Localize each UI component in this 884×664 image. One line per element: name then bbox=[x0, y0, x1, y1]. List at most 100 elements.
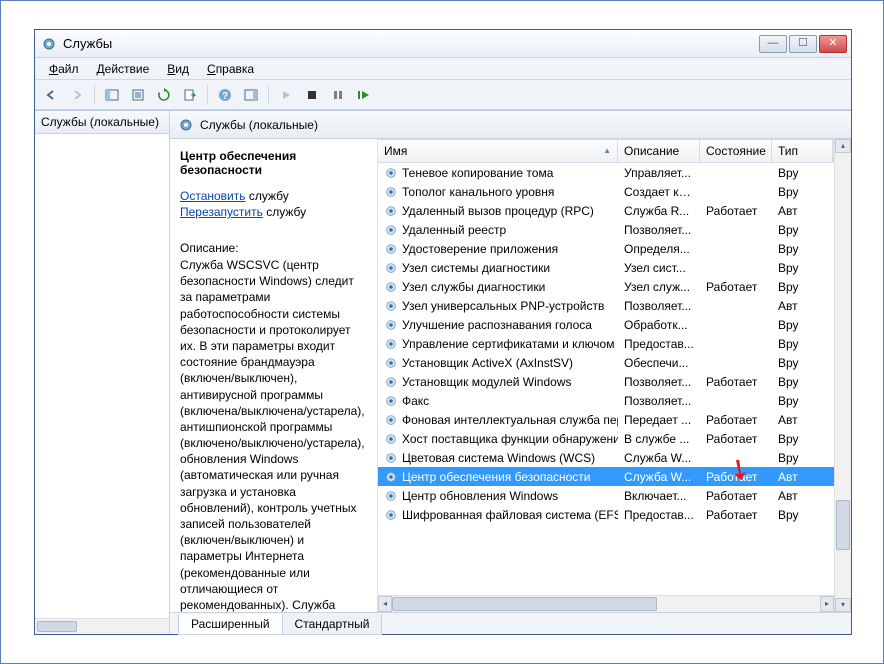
service-name-cell: Цветовая система Windows (WCS) bbox=[378, 451, 618, 465]
column-type[interactable]: Тип bbox=[772, 140, 833, 162]
show-hide-action-pane-button[interactable] bbox=[239, 83, 263, 107]
service-type-cell: Вру bbox=[772, 280, 834, 294]
menubar: Файл Действие Вид Справка bbox=[35, 58, 851, 80]
service-desc-cell: Узел сист... bbox=[618, 261, 700, 275]
service-type-cell: Вру bbox=[772, 318, 834, 332]
service-status-cell: Работает bbox=[700, 375, 772, 389]
service-type-cell: Авт bbox=[772, 489, 834, 503]
service-desc-cell: Обеспечи... bbox=[618, 356, 700, 370]
maximize-button[interactable]: ☐ bbox=[789, 35, 817, 53]
service-desc-cell: Обработк... bbox=[618, 318, 700, 332]
menu-file[interactable]: Файл bbox=[41, 60, 87, 78]
back-button[interactable] bbox=[39, 83, 63, 107]
stop-service-link[interactable]: Остановить bbox=[180, 189, 246, 203]
list-vscrollbar[interactable]: ▴▾ bbox=[834, 139, 851, 612]
service-row[interactable]: Улучшение распознавания голосаОбработк..… bbox=[378, 315, 834, 334]
service-desc-cell: Создает ка... bbox=[618, 185, 700, 199]
service-type-cell: Вру bbox=[772, 185, 834, 199]
service-type-cell: Вру bbox=[772, 394, 834, 408]
column-description[interactable]: Описание bbox=[618, 140, 700, 162]
tab-standard[interactable]: Стандартный bbox=[282, 614, 383, 635]
console-tree-pane: Службы (локальные) bbox=[35, 111, 170, 634]
service-status-cell: Работает bbox=[700, 489, 772, 503]
close-button[interactable]: ✕ bbox=[819, 35, 847, 53]
service-name-cell: Центр обеспечения безопасности bbox=[378, 470, 618, 484]
service-type-cell: Вру bbox=[772, 508, 834, 522]
service-row[interactable]: ФаксПозволяет... Вру bbox=[378, 391, 834, 410]
service-row[interactable]: Центр обновления WindowsВключает...Работ… bbox=[378, 486, 834, 505]
description-text: Служба WSCSVC (центр безопасности Window… bbox=[180, 257, 367, 613]
service-name-cell: Установщик модулей Windows bbox=[378, 375, 618, 389]
stop-service-button[interactable] bbox=[300, 83, 324, 107]
minimize-button[interactable]: — bbox=[759, 35, 787, 53]
right-pane-title: Службы (локальные) bbox=[200, 118, 318, 132]
tabs-bottom: Расширенный Стандартный bbox=[170, 612, 851, 634]
service-row[interactable]: Узел системы диагностикиУзел сист...Вру bbox=[378, 258, 834, 277]
description-label: Описание: bbox=[180, 241, 367, 255]
service-row[interactable]: Цветовая система Windows (WCS)Служба W..… bbox=[378, 448, 834, 467]
service-row[interactable]: Тополог канального уровняСоздает ка...Вр… bbox=[378, 182, 834, 201]
titlebar: Службы — ☐ ✕ bbox=[35, 30, 851, 58]
toolbar: ? bbox=[35, 80, 851, 110]
show-hide-tree-button[interactable] bbox=[100, 83, 124, 107]
menu-action[interactable]: Действие bbox=[89, 60, 158, 78]
service-row[interactable]: Узел универсальных PNP-устройствПозволяе… bbox=[378, 296, 834, 315]
service-name-cell: Фоновая интеллектуальная служба пер... bbox=[378, 413, 618, 427]
service-row[interactable]: Хост поставщика функции обнаруженияВ слу… bbox=[378, 429, 834, 448]
selected-service-name: Центр обеспечения безопасности bbox=[180, 149, 367, 177]
service-status-cell: Работает bbox=[700, 470, 772, 484]
export-list-button[interactable] bbox=[178, 83, 202, 107]
service-row[interactable]: Центр обеспечения безопасностиСлужба W..… bbox=[378, 467, 834, 486]
right-pane-header: Службы (локальные) bbox=[170, 111, 851, 139]
service-desc-cell: Управляет... bbox=[618, 166, 700, 180]
properties-button[interactable] bbox=[126, 83, 150, 107]
services-app-icon bbox=[41, 36, 57, 52]
service-name-cell: Удостоверение приложения bbox=[378, 242, 618, 256]
services-icon bbox=[178, 117, 194, 133]
service-type-cell: Вру bbox=[772, 337, 834, 351]
service-name-cell: Установщик ActiveX (AxInstSV) bbox=[378, 356, 618, 370]
tab-extended[interactable]: Расширенный bbox=[178, 614, 283, 635]
column-name[interactable]: Имя bbox=[378, 140, 618, 162]
service-row[interactable]: Удаленный реестрПозволяет...Вру bbox=[378, 220, 834, 239]
service-name-cell: Факс bbox=[378, 394, 618, 408]
service-row[interactable]: Удостоверение приложенияОпределя...Вру bbox=[378, 239, 834, 258]
service-type-cell: Вру bbox=[772, 375, 834, 389]
service-desc-cell: Включает... bbox=[618, 489, 700, 503]
pause-service-button[interactable] bbox=[326, 83, 350, 107]
column-status[interactable]: Состояние bbox=[700, 140, 772, 162]
service-name-cell: Хост поставщика функции обнаружения bbox=[378, 432, 618, 446]
service-name-cell: Удаленный вызов процедур (RPC) bbox=[378, 204, 618, 218]
service-row[interactable]: Установщик модулей WindowsПозволяет...Ра… bbox=[378, 372, 834, 391]
help-button[interactable]: ? bbox=[213, 83, 237, 107]
list-hscrollbar[interactable]: ◂▸ bbox=[378, 595, 834, 612]
window-title: Службы bbox=[63, 36, 759, 51]
service-row[interactable]: Шифрованная файловая система (EFS)Предос… bbox=[378, 505, 834, 524]
service-name-cell: Удаленный реестр bbox=[378, 223, 618, 237]
tree-hscrollbar[interactable] bbox=[35, 618, 169, 634]
service-row[interactable]: Теневое копирование томаУправляет...Вру bbox=[378, 163, 834, 182]
tree-header[interactable]: Службы (локальные) bbox=[35, 111, 169, 134]
refresh-button[interactable] bbox=[152, 83, 176, 107]
menu-view[interactable]: Вид bbox=[159, 60, 197, 78]
start-service-button[interactable] bbox=[274, 83, 298, 107]
service-desc-cell: Позволяет... bbox=[618, 394, 700, 408]
restart-service-button[interactable] bbox=[352, 83, 376, 107]
service-row[interactable]: Фоновая интеллектуальная служба пер...Пе… bbox=[378, 410, 834, 429]
service-desc-cell: В службе ... bbox=[618, 432, 700, 446]
service-status-cell: Работает bbox=[700, 280, 772, 294]
menu-help[interactable]: Справка bbox=[199, 60, 262, 78]
service-row[interactable]: Удаленный вызов процедур (RPC)Служба R..… bbox=[378, 201, 834, 220]
service-list[interactable]: Теневое копирование томаУправляет...ВруТ… bbox=[378, 163, 834, 595]
service-row[interactable]: Установщик ActiveX (AxInstSV)Обеспечи...… bbox=[378, 353, 834, 372]
forward-button[interactable] bbox=[65, 83, 89, 107]
detail-pane: Центр обеспечения безопасности Остановит… bbox=[170, 139, 378, 612]
service-type-cell: Авт bbox=[772, 299, 834, 313]
service-type-cell: Вру bbox=[772, 242, 834, 256]
restart-service-link[interactable]: Перезапустить bbox=[180, 205, 263, 219]
service-name-cell: Улучшение распознавания голоса bbox=[378, 318, 618, 332]
service-type-cell: Вру bbox=[772, 451, 834, 465]
service-row[interactable]: Управление сертификатами и ключом ...Пре… bbox=[378, 334, 834, 353]
service-row[interactable]: Узел службы диагностикиУзел служ...Работ… bbox=[378, 277, 834, 296]
service-type-cell: Вру bbox=[772, 432, 834, 446]
